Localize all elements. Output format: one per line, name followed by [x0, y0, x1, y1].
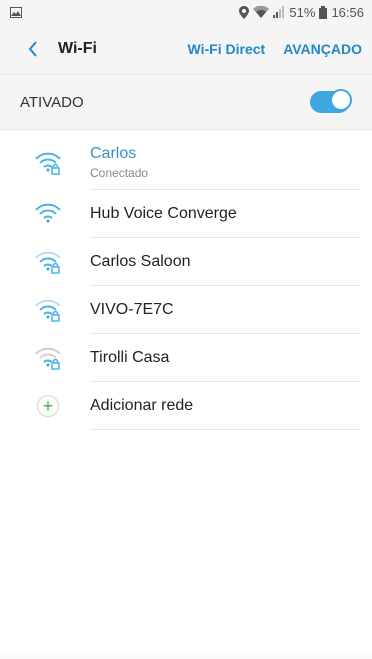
location-icon — [239, 5, 250, 19]
network-item[interactable]: Carlos Conectado — [0, 136, 372, 190]
image-icon — [10, 6, 22, 18]
wifi-direct-button[interactable]: Wi-Fi Direct — [188, 41, 266, 57]
toggle-knob — [330, 89, 352, 111]
network-item[interactable]: Hub Voice Converge — [0, 190, 372, 238]
battery-percent: 51% — [289, 4, 316, 20]
network-name: Hub Voice Converge — [90, 204, 237, 222]
action-bar: Wi-Fi Wi-Fi Direct AVANÇADO — [0, 24, 372, 74]
wifi-master-switch-row[interactable]: ATIVADO — [0, 74, 372, 130]
network-list: Carlos Conectado Hub Voice Converge Carl… — [0, 136, 372, 430]
navigation-bar — [0, 653, 372, 659]
wifi-secured-icon — [35, 152, 61, 175]
network-name: Carlos — [90, 145, 137, 162]
signal-icon — [273, 6, 285, 18]
wifi-secured-icon — [35, 251, 61, 274]
page-title: Wi-Fi — [58, 40, 97, 57]
clock: 16:56 — [331, 4, 364, 20]
add-network-item[interactable]: + Adicionar rede — [0, 382, 372, 430]
network-item[interactable]: Carlos Saloon — [0, 238, 372, 286]
network-item[interactable]: Tirolli Casa — [0, 334, 372, 382]
network-item[interactable]: VIVO-7E7C — [0, 286, 372, 334]
network-status: Conectado — [90, 166, 149, 180]
network-name: Tirolli Casa — [90, 348, 170, 366]
add-network-label: Adicionar rede — [90, 396, 194, 414]
wifi-open-icon — [35, 203, 61, 223]
back-arrow-icon — [28, 41, 37, 57]
master-switch-label: ATIVADO — [20, 93, 84, 111]
wifi-icon — [253, 6, 270, 18]
battery-icon — [319, 5, 328, 19]
back-button[interactable] — [22, 38, 44, 60]
wifi-toggle[interactable] — [310, 89, 352, 113]
wifi-secured-icon — [35, 347, 61, 370]
network-name: VIVO-7E7C — [90, 300, 174, 318]
advanced-button[interactable]: AVANÇADO — [283, 41, 362, 57]
wifi-secured-icon — [35, 299, 61, 322]
network-name: Carlos Saloon — [90, 252, 191, 270]
status-bar: 51% 16:56 — [0, 0, 372, 24]
add-icon: + — [37, 395, 59, 417]
